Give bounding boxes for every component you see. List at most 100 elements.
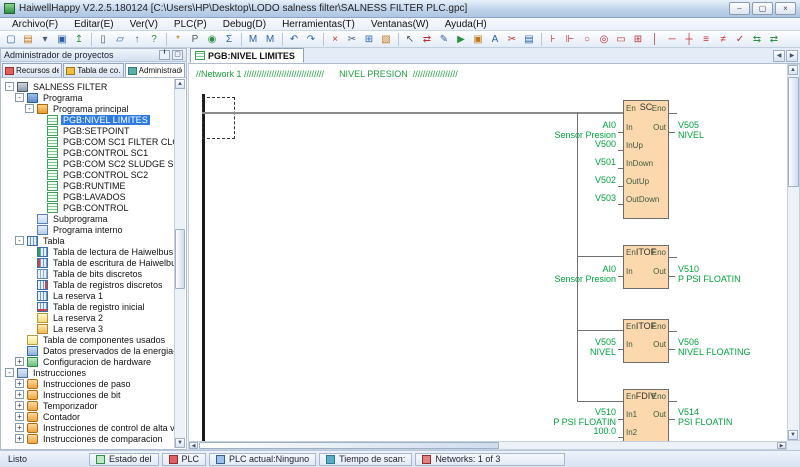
editor-vertical-scrollbar[interactable]: ▲ ▼ bbox=[787, 64, 800, 441]
toolbar-open-project-button[interactable]: ▤ bbox=[20, 32, 36, 47]
expand-icon[interactable]: + bbox=[15, 401, 24, 410]
tree-item-la-reserva-2[interactable]: La reserva 2 bbox=[1, 312, 175, 323]
toolbar-coil-set-button[interactable]: ◎ bbox=[596, 32, 612, 47]
tab-scroll-right-icon[interactable]: ▶ bbox=[786, 50, 798, 62]
toolbar-run-monitor-button[interactable]: ▶ bbox=[453, 32, 469, 47]
collapse-icon[interactable]: - bbox=[5, 82, 14, 91]
tree-item-tabla-de-componentes-usados[interactable]: Tabla de componentes usados bbox=[1, 334, 175, 345]
tree-item-pgb-com-sc2-sludge-screw[interactable]: PGB:COM SC2 SLUDGE SCREW bbox=[1, 158, 175, 169]
toolbar-select-mode-button[interactable]: ↖ bbox=[402, 32, 418, 47]
collapse-icon[interactable]: - bbox=[5, 368, 14, 377]
toolbar-horizontal-line-button[interactable]: ─ bbox=[664, 32, 680, 47]
tree-item-pgb-lavados[interactable]: PGB:LAVADOS bbox=[1, 191, 175, 202]
toolbar-find-button[interactable]: M bbox=[245, 32, 261, 47]
tree-item-tabla-de-bits-discretos[interactable]: Tabla de bits discretos bbox=[1, 268, 175, 279]
toolbar-new-project-button[interactable]: ▢ bbox=[3, 32, 19, 47]
expand-icon[interactable]: + bbox=[15, 412, 24, 421]
tree-item-pgb-nivel-limites[interactable]: PGB:NIVEL LIMITES bbox=[1, 114, 175, 125]
fbd-block-itof[interactable]: ITOFEnInEnoOut bbox=[623, 245, 669, 289]
operand-label[interactable]: V505NIVEL bbox=[506, 337, 616, 357]
toolbar-convert-ladder-button[interactable]: ⇆ bbox=[749, 32, 765, 47]
editor-vscroll-thumb[interactable] bbox=[788, 77, 799, 187]
tree-item-datos-preservados-de-la-energia-apagada[interactable]: Datos preservados de la energia-apagada bbox=[1, 345, 175, 356]
fbd-block-fdiv[interactable]: FDIVEnIn1In2EnoOut bbox=[623, 389, 669, 441]
toolbar-delete-button[interactable]: × bbox=[327, 32, 343, 47]
toolbar-plc-link-button[interactable]: ⇄ bbox=[419, 32, 435, 47]
panel-tab-tabla-de-co[interactable]: Tabla de co... bbox=[63, 63, 123, 77]
tree-scroll-down-icon[interactable]: ▼ bbox=[175, 438, 185, 448]
toolbar-page-help-button[interactable]: ? bbox=[146, 32, 162, 47]
toolbar-network-insert-button[interactable]: ≡ bbox=[698, 32, 714, 47]
collapse-icon[interactable]: - bbox=[15, 93, 24, 102]
menu-herramientas[interactable]: Herramientas(T) bbox=[274, 19, 363, 30]
toolbar-new-file-button[interactable]: ▯ bbox=[95, 32, 111, 47]
toolbar-print-button[interactable]: P bbox=[187, 32, 203, 47]
tree-item-pgb-runtime[interactable]: PGB:RUNTIME bbox=[1, 180, 175, 191]
toolbar-web-link-button[interactable]: ◉ bbox=[204, 32, 220, 47]
tree-item-contador[interactable]: +Contador bbox=[1, 411, 175, 422]
editor-hscroll-thumb[interactable] bbox=[199, 442, 499, 449]
expand-icon[interactable]: + bbox=[15, 357, 24, 366]
panel-tab-recursos-del[interactable]: Recursos del ... bbox=[2, 63, 62, 77]
operand-label[interactable]: AI0Sensor Presion bbox=[506, 264, 616, 284]
menu-archivo[interactable]: Archivo(F) bbox=[4, 19, 66, 30]
menu-ver[interactable]: Ver(V) bbox=[122, 19, 166, 30]
expand-icon[interactable]: + bbox=[15, 434, 24, 443]
editor-scroll-up-icon[interactable]: ▲ bbox=[788, 65, 798, 75]
menu-editar[interactable]: Editar(E) bbox=[66, 19, 121, 30]
tree-item-instrucciones-de-paso[interactable]: +Instrucciones de paso bbox=[1, 378, 175, 389]
operand-label[interactable]: V510P PSI FLOATIN bbox=[506, 407, 616, 427]
toolbar-find-next-button[interactable]: M bbox=[262, 32, 278, 47]
tree-item-pgb-control-sc1[interactable]: PGB:CONTROL SC1 bbox=[1, 147, 175, 158]
toolbar-syntax-check-button[interactable]: ✓ bbox=[732, 32, 748, 47]
tree-item-pgb-com-sc1-filter-cloth[interactable]: PGB:COM SC1 FILTER CLOTH bbox=[1, 136, 175, 147]
toolbar-project-dropdown-button[interactable]: ▾ bbox=[37, 32, 53, 47]
operand-label[interactable]: V510P PSI FLOATIN bbox=[678, 264, 741, 284]
collapse-icon[interactable]: - bbox=[25, 104, 34, 113]
pin-icon[interactable]: ╹ bbox=[159, 50, 170, 60]
tree-scroll-thumb[interactable] bbox=[175, 229, 185, 289]
toolbar-subroutine-call-button[interactable]: ⊞ bbox=[630, 32, 646, 47]
toolbar-split-button[interactable]: ✂ bbox=[504, 32, 520, 47]
minimize-button[interactable]: – bbox=[729, 2, 750, 15]
operand-label[interactable]: AI0Sensor Presion bbox=[506, 120, 616, 140]
tree-scrollbar[interactable]: ▲ ▼ bbox=[174, 79, 185, 448]
editor-scroll-left-icon[interactable]: ◀ bbox=[189, 442, 198, 449]
tree-item-tabla-de-registros-discretos[interactable]: Tabla de registros discretos bbox=[1, 279, 175, 290]
operand-label[interactable]: V500 bbox=[506, 139, 616, 149]
toolbar-archive-button[interactable]: ▣ bbox=[470, 32, 486, 47]
close-button[interactable]: × bbox=[775, 2, 796, 15]
fbd-block-sc[interactable]: SCEnInInUpInDownOutUpOutDownEnoOut bbox=[623, 100, 669, 219]
toolbar-coil-button[interactable]: ○ bbox=[579, 32, 595, 47]
operand-label[interactable]: V501 bbox=[506, 157, 616, 167]
toolbar-report-button[interactable]: ▤ bbox=[521, 32, 537, 47]
tree-item-la-reserva-3[interactable]: La reserva 3 bbox=[1, 323, 175, 334]
toolbar-cut-button[interactable]: ✂ bbox=[344, 32, 360, 47]
operand-label[interactable]: V503 bbox=[506, 193, 616, 203]
toolbar-function-block-button[interactable]: ▭ bbox=[613, 32, 629, 47]
tree-item-la-reserva-1[interactable]: La reserva 1 bbox=[1, 290, 175, 301]
toolbar-paste-button[interactable]: ▧ bbox=[378, 32, 394, 47]
toolbar-font-style-button[interactable]: A bbox=[487, 32, 503, 47]
toolbar-contact-closed-button[interactable]: ⊩ bbox=[562, 32, 578, 47]
expand-icon[interactable]: + bbox=[15, 379, 24, 388]
menu-ventanas[interactable]: Ventanas(W) bbox=[363, 19, 437, 30]
maximize-button[interactable]: ▢ bbox=[752, 2, 773, 15]
operand-label[interactable]: 100.0 bbox=[506, 426, 616, 436]
tree-item-instrucciones-de-control-de-alta-velocidad[interactable]: +Instrucciones de control de alta veloci… bbox=[1, 422, 175, 433]
tree-scroll-up-icon[interactable]: ▲ bbox=[175, 79, 185, 89]
menu-ayuda[interactable]: Ayuda(H) bbox=[437, 19, 495, 30]
toolbar-delete-line-button[interactable]: ┼ bbox=[681, 32, 697, 47]
tree-item-tabla-de-escritura-de-haiwelbus[interactable]: Tabla de escritura de Haiwelbus bbox=[1, 257, 175, 268]
tab-pgb-nivel-limites[interactable]: PGB:NIVEL LIMITES bbox=[190, 48, 304, 63]
tree-item-pgb-setpoint[interactable]: PGB:SETPOINT bbox=[1, 125, 175, 136]
ladder-canvas[interactable]: //Network 1 ////////////////////////////… bbox=[188, 64, 787, 441]
editor-scroll-down-icon[interactable]: ▼ bbox=[788, 430, 798, 440]
toolbar-settings-dropdown-button[interactable]: * bbox=[170, 32, 186, 47]
toolbar-undo-button[interactable]: ↶ bbox=[286, 32, 302, 47]
fbd-block-itof[interactable]: ITOFEnInEnoOut bbox=[623, 319, 669, 363]
tree-item-tabla-de-lectura-de-haiwelbus[interactable]: Tabla de lectura de Haiwelbus bbox=[1, 246, 175, 257]
menu-debug[interactable]: Debug(D) bbox=[215, 19, 274, 30]
operand-label[interactable]: V514PSI FLOATIN bbox=[678, 407, 732, 427]
toolbar-save-button[interactable]: ▣ bbox=[54, 32, 70, 47]
